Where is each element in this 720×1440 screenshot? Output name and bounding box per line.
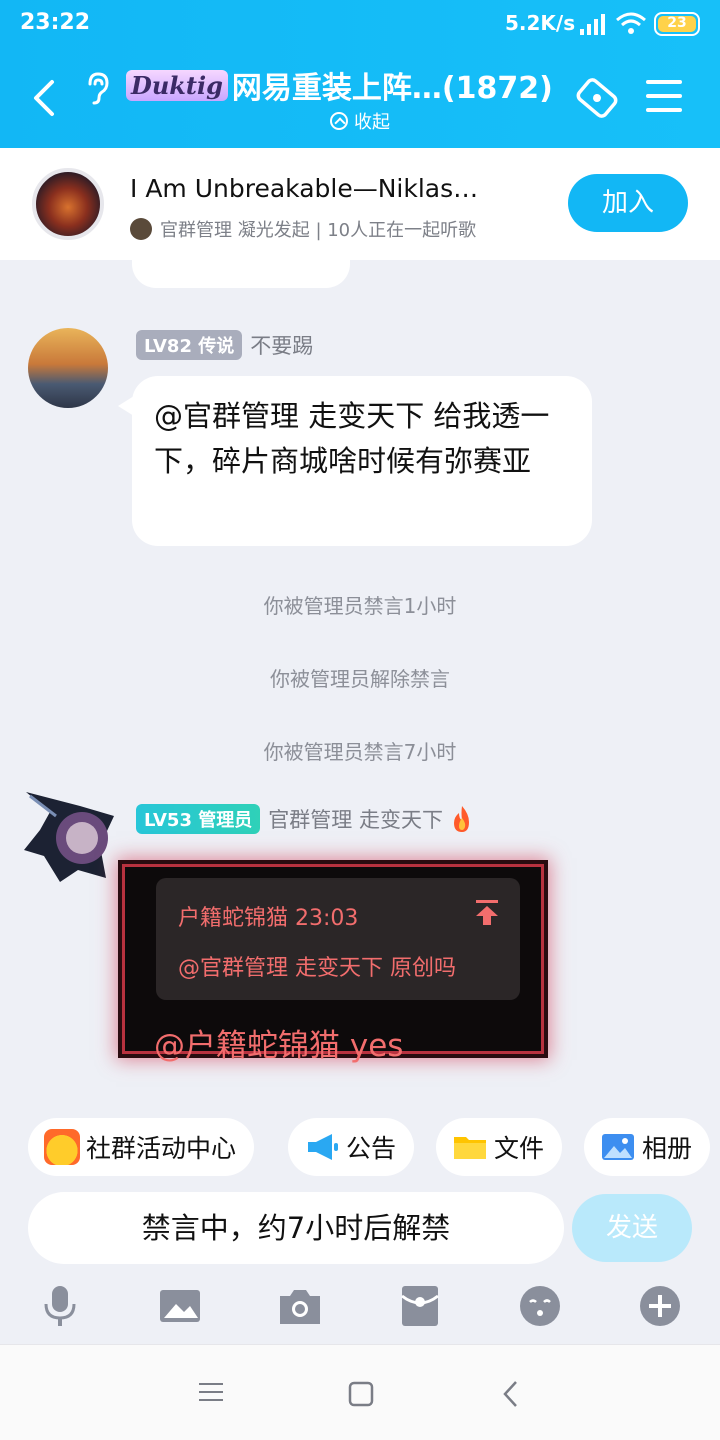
album-button[interactable]: 相册 <box>584 1118 711 1176</box>
recent-apps-icon[interactable] <box>198 1381 224 1403</box>
chat-header: 23:22 5.2K/s 23 Duktig 网易重装上阵…(1872) 收起 <box>0 0 720 148</box>
send-button[interactable]: 发送 <box>572 1194 692 1262</box>
back-nav-icon[interactable] <box>500 1379 522 1409</box>
status-bar: 23:22 5.2K/s 23 <box>0 0 720 48</box>
listen-meta: 官群管理 凝光发起 | 10人正在一起听歌 <box>130 216 476 242</box>
collapse-button[interactable]: 收起 <box>330 108 390 134</box>
chip-label: 社群活动中心 <box>86 1134 237 1163</box>
quote-header: 户籍蛇锦猫 23:03 <box>178 906 359 931</box>
red-packet-icon[interactable] <box>398 1284 442 1328</box>
status-time: 23:22 <box>20 10 91 35</box>
group-title-text: 网易重装上阵…(1872) <box>231 71 553 106</box>
emoji-icon[interactable] <box>518 1284 562 1328</box>
wifi-icon <box>616 12 646 34</box>
battery-level: 23 <box>667 15 687 31</box>
camera-icon[interactable] <box>278 1284 322 1328</box>
album-cover <box>32 168 104 240</box>
message-sender: LV53 管理员 官群管理 走变天下 <box>136 804 475 834</box>
community-icon <box>44 1129 80 1165</box>
chip-label: 文件 <box>494 1134 545 1163</box>
plus-icon[interactable] <box>638 1284 682 1328</box>
listen-meta-text: 官群管理 凝光发起 | 10人正在一起听歌 <box>160 220 477 241</box>
message-bubble[interactable]: @官群管理 走变天下 给我透一下，碎片商城啥时候有弥赛亚 <box>132 376 592 546</box>
ear-mode-icon[interactable] <box>82 70 112 106</box>
reply-text: @户籍蛇锦猫 yes <box>154 1028 404 1064</box>
initiator-avatar <box>130 218 152 240</box>
network-speed: 5.2K/s <box>505 11 576 35</box>
collapse-label: 收起 <box>354 112 390 133</box>
collapse-icon <box>330 112 348 130</box>
back-button[interactable] <box>26 74 66 122</box>
battery-icon: 23 <box>654 12 700 36</box>
fire-icon <box>453 806 469 832</box>
folder-icon <box>454 1137 486 1159</box>
image-icon[interactable] <box>158 1284 202 1328</box>
song-title: I Am Unbreakable—Niklas… <box>130 174 479 203</box>
signal-icon <box>580 14 605 35</box>
community-center-button[interactable]: 社群活动中心 <box>28 1118 255 1176</box>
jump-to-original-icon[interactable] <box>474 898 500 926</box>
ticket-icon[interactable] <box>572 76 622 120</box>
system-message: 你被管理员解除禁言 <box>270 667 450 691</box>
system-message: 你被管理员禁言1小时 <box>263 594 457 618</box>
system-nav-bar <box>0 1344 720 1440</box>
listen-together-bar[interactable]: I Am Unbreakable—Niklas… 官群管理 凝光发起 | 10人… <box>0 148 720 260</box>
chip-label: 公告 <box>346 1134 397 1163</box>
sender-name: 官群管理 走变天下 <box>268 808 443 832</box>
admin-avatar[interactable] <box>20 786 116 890</box>
group-brand-logo: Duktig <box>126 69 228 101</box>
level-badge: LV82 传说 <box>136 330 243 360</box>
home-icon[interactable] <box>348 1381 374 1407</box>
quoted-message[interactable]: 户籍蛇锦猫 23:03 @官群管理 走变天下 原创吗 <box>156 878 520 1000</box>
menu-icon[interactable] <box>646 80 682 114</box>
files-button[interactable]: 文件 <box>436 1118 563 1176</box>
mic-icon[interactable] <box>38 1284 82 1328</box>
message-input[interactable]: 禁言中，约7小时后解禁 <box>28 1192 564 1264</box>
sender-name: 不要踢 <box>250 334 314 358</box>
megaphone-icon <box>308 1134 338 1160</box>
level-badge: LV53 管理员 <box>136 804 261 834</box>
quote-text: @官群管理 走变天下 原创吗 <box>178 956 456 981</box>
group-title[interactable]: Duktig 网易重装上阵…(1872) <box>126 62 553 108</box>
photo-icon <box>602 1134 634 1160</box>
chip-label: 相册 <box>642 1134 693 1163</box>
message-sender: LV82 传说 不要踢 <box>136 330 313 360</box>
system-message: 你被管理员禁言7小时 <box>263 740 457 764</box>
avatar[interactable] <box>28 328 108 408</box>
join-button[interactable]: 加入 <box>568 174 688 232</box>
previous-message-bubble <box>132 256 350 288</box>
announcement-button[interactable]: 公告 <box>288 1118 415 1176</box>
